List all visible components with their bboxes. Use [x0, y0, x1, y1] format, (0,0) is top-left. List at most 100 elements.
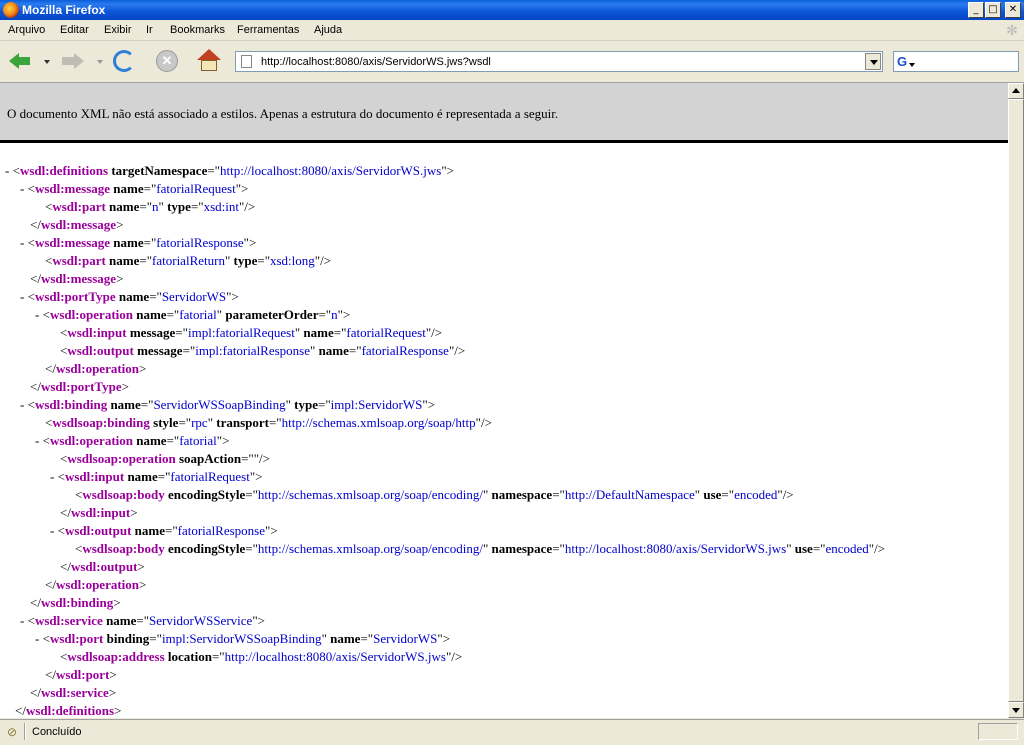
menu-bookmarks[interactable]: Bookmarks	[170, 23, 225, 37]
home-button[interactable]	[196, 47, 224, 75]
xml-bracket: >	[109, 667, 117, 682]
menu-exibir[interactable]: Exibir	[104, 23, 132, 37]
collapse-toggle[interactable]: -	[50, 469, 54, 484]
firefox-logo-icon	[3, 2, 19, 18]
xml-attr-name: namespace	[491, 487, 553, 502]
address-bar[interactable]: http://localhost:8080/axis/ServidorWS.jw…	[235, 51, 883, 72]
xml-bracket: </	[45, 667, 56, 682]
xml-attr-name: soapAction	[178, 451, 242, 466]
xml-attr-value: fatorial	[179, 433, 217, 448]
collapse-toggle[interactable]: -	[20, 397, 24, 412]
back-history-dropdown[interactable]	[44, 60, 50, 64]
collapse-toggle[interactable]: -	[35, 631, 39, 646]
collapse-toggle[interactable]: -	[35, 433, 39, 448]
xml-line: </wsdl:binding>	[30, 594, 121, 612]
xml-line[interactable]: - <wsdl:binding name="ServidorWSSoapBind…	[20, 396, 435, 414]
xml-line: <wsdlsoap:operation soapAction=""/>	[60, 451, 270, 466]
xml-tag-name: wsdl:operation	[49, 433, 133, 448]
xml-attr-name: name	[330, 631, 361, 646]
xml-bracket: <	[42, 631, 50, 646]
xml-line[interactable]: - <wsdl:message name="fatorialRequest">	[20, 180, 248, 198]
xml-tag-name: wsdl:message	[34, 181, 111, 196]
reload-button[interactable]	[110, 47, 138, 75]
xml-bracket: >	[257, 613, 265, 628]
scrollbar-thumb[interactable]	[1008, 99, 1024, 702]
xml-line[interactable]: - <wsdl:operation name="fatorial">	[35, 432, 229, 450]
collapse-toggle[interactable]: -	[20, 613, 24, 628]
xml-bracket: <	[27, 397, 35, 412]
scroll-up-button[interactable]	[1008, 83, 1024, 99]
xml-attr-value: http://localhost:8080/axis/ServidorWS.jw…	[564, 541, 787, 556]
back-button[interactable]	[6, 47, 34, 75]
xml-attr-name: use	[794, 541, 813, 556]
xml-bracket: >	[139, 361, 147, 376]
collapse-toggle[interactable]: -	[20, 181, 24, 196]
menu-ferramentas[interactable]: Ferramentas	[237, 23, 299, 37]
collapse-toggle[interactable]: -	[35, 307, 39, 322]
stop-button[interactable]: ✕	[153, 47, 181, 75]
xml-bracket: </	[30, 595, 41, 610]
collapse-toggle[interactable]: -	[5, 163, 9, 178]
address-dropdown-button[interactable]	[865, 53, 881, 70]
xml-line: <wsdl:part name="n" type="xsd:int"/>	[45, 199, 256, 214]
xml-attr-name: use	[703, 487, 722, 502]
minimize-button[interactable]: _	[968, 2, 984, 18]
xml-line: </wsdl:output>	[60, 558, 145, 576]
xml-line: </wsdl:operation>	[45, 576, 146, 594]
xml-attr-value: http://schemas.xmlsoap.org/soap/encoding…	[257, 487, 483, 502]
collapse-toggle[interactable]: -	[20, 289, 24, 304]
menu-editar[interactable]: Editar	[60, 23, 89, 37]
vertical-scrollbar[interactable]	[1008, 83, 1024, 718]
close-button[interactable]: ✕	[1005, 2, 1021, 18]
xml-line: </wsdl:service>	[30, 684, 116, 702]
xml-attr-value: encoded	[825, 541, 869, 556]
xml-attr-name: name	[136, 307, 167, 322]
xml-line[interactable]: - <wsdl:definitions targetNamespace="htt…	[5, 162, 454, 180]
xml-line[interactable]: - <wsdl:output name="fatorialResponse">	[50, 522, 278, 540]
menu-ajuda[interactable]: Ajuda	[314, 23, 342, 37]
notice-text: O documento XML não está associado a est…	[7, 106, 559, 121]
xml-attr-value: impl:fatorialRequest	[187, 325, 295, 340]
xml-bracket: <	[12, 163, 20, 178]
connection-status-icon: ⊘	[6, 725, 18, 739]
xml-line[interactable]: - <wsdl:service name="ServidorWSService"…	[20, 612, 265, 630]
scroll-down-button[interactable]	[1008, 702, 1024, 718]
xml-tag-name: wsdl:message	[40, 217, 117, 232]
maximize-button[interactable]: □	[985, 2, 1001, 18]
forward-button[interactable]	[58, 47, 86, 75]
xml-tag-name: wsdl:operation	[55, 361, 140, 376]
menu-bar: Arquivo Editar Exibir Ir Bookmarks Ferra…	[0, 20, 1024, 41]
xml-attr-name: name	[110, 397, 141, 412]
collapse-toggle[interactable]: -	[50, 523, 54, 538]
xml-attr-name: name	[109, 253, 140, 268]
xml-line[interactable]: - <wsdl:input name="fatorialRequest">	[50, 468, 263, 486]
xml-line[interactable]: - <wsdl:port binding="impl:ServidorWSSoa…	[35, 630, 450, 648]
url-text[interactable]: http://localhost:8080/axis/ServidorWS.jw…	[261, 55, 491, 69]
xml-attr-value: impl:ServidorWSSoapBinding	[161, 631, 322, 646]
xml-attr-name: encodingStyle	[167, 541, 246, 556]
xml-line[interactable]: - <wsdl:message name="fatorialResponse">	[20, 234, 256, 252]
search-input[interactable]: G	[893, 51, 1019, 72]
xml-line[interactable]: - <wsdl:operation name="fatorial" parame…	[35, 306, 350, 324]
xml-attr-name: name	[303, 325, 334, 340]
xml-attr-name: parameterOrder	[225, 307, 319, 322]
xml-line[interactable]: - <wsdl:portType name="ServidorWS">	[20, 288, 239, 306]
xml-bracket: </	[60, 505, 71, 520]
search-engine-dropdown-icon[interactable]	[909, 63, 915, 67]
xml-attr-value: fatorialRequest	[156, 181, 236, 196]
status-text: Concluído	[32, 726, 82, 738]
menu-arquivo[interactable]: Arquivo	[8, 23, 45, 37]
xml-line: </wsdl:input>	[60, 504, 138, 522]
xml-attr-name: message	[129, 325, 176, 340]
forward-history-dropdown[interactable]	[97, 60, 103, 64]
xml-tag-name: wsdl:output	[64, 523, 132, 538]
xml-tag-name: wsdl:input	[70, 505, 131, 520]
xml-bracket: </	[30, 217, 41, 232]
menu-ir[interactable]: Ir	[146, 23, 153, 37]
xml-bracket: <	[57, 523, 65, 538]
xml-tag-name: wsdl:portType	[40, 379, 122, 394]
xml-tag-name: wsdl:port	[55, 667, 110, 682]
collapse-toggle[interactable]: -	[20, 235, 24, 250]
xml-bracket: </	[45, 577, 56, 592]
xml-bracket: >	[248, 235, 257, 250]
